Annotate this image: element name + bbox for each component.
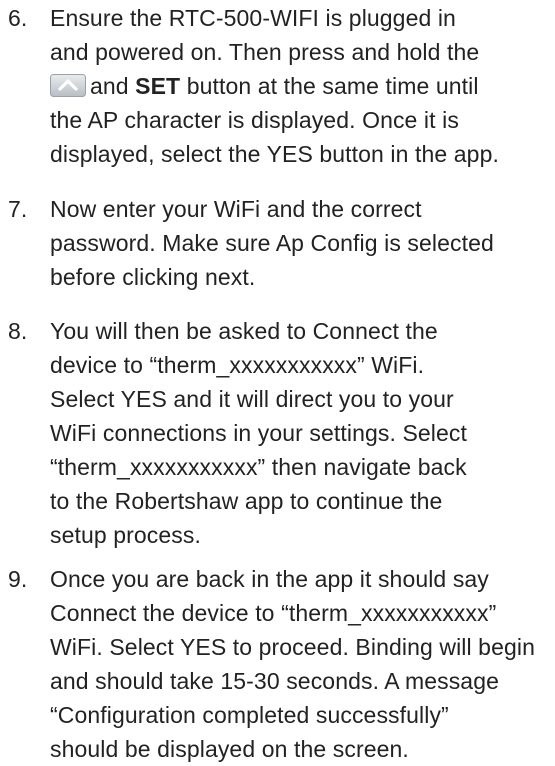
step-line: WiFi connections in your settings. Selec…	[50, 420, 467, 446]
step-line: Once you are back in the app it should s…	[50, 566, 489, 592]
step-text: You will then be asked to Connect the de…	[50, 314, 554, 552]
instruction-document: 6. Ensure the RTC-500-WIFI is plugged in…	[0, 0, 555, 763]
step-number: 6.	[8, 5, 28, 31]
step-line-text: button at the same time until	[180, 73, 479, 99]
step-line: WiFi. Select YES to proceed. Binding wil…	[50, 634, 535, 660]
step-7: 7. Now enter your WiFi and the correct p…	[8, 192, 554, 294]
step-line: password. Make sure Ap Config is selecte…	[50, 230, 494, 256]
step-line: Select YES and it will direct you to you…	[50, 386, 454, 412]
step-line: displayed, select the YES button in the …	[50, 141, 499, 167]
step-6: 6. Ensure the RTC-500-WIFI is plugged in…	[8, 1, 554, 171]
step-line: device to “therm_xxxxxxxxxxx” WiFi.	[50, 352, 425, 378]
step-line: You will then be asked to Connect the	[50, 318, 438, 344]
step-line: and powered on. Then press and hold the	[50, 39, 480, 65]
step-number: 8.	[8, 318, 28, 344]
step-line: setup process.	[50, 522, 201, 548]
step-number: 9.	[8, 566, 28, 592]
step-line: and SET button at the same time until	[50, 69, 554, 103]
step-line: before clicking next.	[50, 264, 256, 290]
step-line: and should take 15-30 seconds. A message	[50, 668, 499, 694]
step-text: Once you are back in the app it should s…	[50, 562, 554, 766]
step-8: 8. You will then be asked to Connect the…	[8, 314, 554, 552]
step-line: Ensure the RTC-500-WIFI is plugged in	[50, 5, 456, 31]
step-line: Now enter your WiFi and the correct	[50, 196, 422, 222]
step-number: 7.	[8, 196, 28, 222]
step-line: “therm_xxxxxxxxxxx” then navigate back	[50, 454, 467, 480]
step-text: Now enter your WiFi and the correct pass…	[50, 192, 554, 294]
step-text: Ensure the RTC-500-WIFI is plugged in an…	[50, 1, 554, 171]
step-line: Connect the device to “therm_xxxxxxxxxxx…	[50, 600, 497, 626]
step-line: the AP character is displayed. Once it i…	[50, 107, 459, 133]
set-button-label: SET	[135, 73, 181, 99]
step-line-text: and	[90, 73, 136, 99]
step-line: “Configuration completed successfully”	[50, 702, 449, 728]
step-line: to the Robertshaw app to continue the	[50, 488, 443, 514]
step-9: 9. Once you are back in the app it shoul…	[8, 562, 554, 766]
up-arrow-button-icon	[50, 74, 86, 97]
step-line: should be displayed on the screen.	[50, 736, 409, 762]
